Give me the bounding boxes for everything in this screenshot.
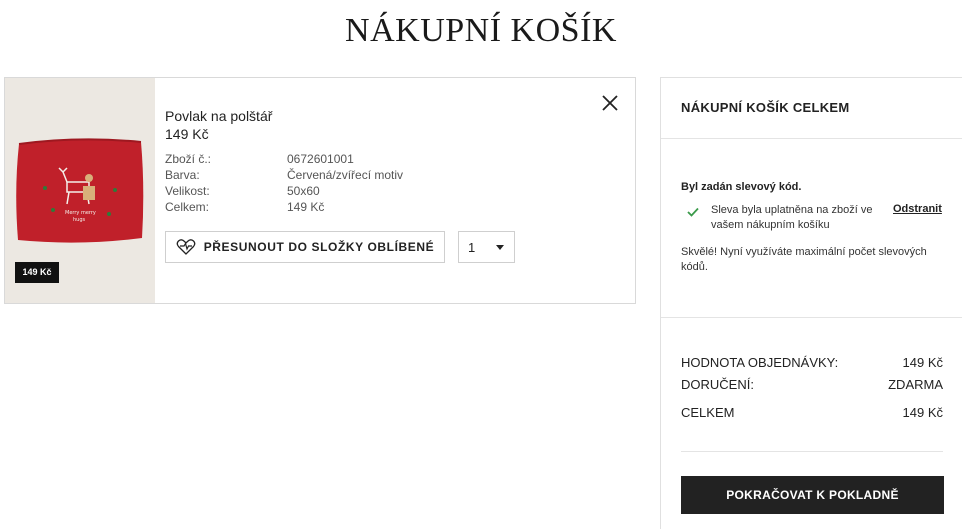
svg-text:hugs: hugs xyxy=(73,217,86,223)
page-title: NÁKUPNÍ KOŠÍK xyxy=(345,12,617,49)
divider xyxy=(661,138,962,139)
item-name[interactable]: Povlak na polštář xyxy=(165,108,585,124)
remove-promo-link[interactable]: Odstranit xyxy=(893,203,942,215)
svg-text:Merry merry: Merry merry xyxy=(65,210,96,216)
checkmark-icon xyxy=(687,204,699,222)
caret-down-icon xyxy=(496,245,504,250)
promo-applied-text: Sleva byla uplatněna na zboží ve vašem n… xyxy=(711,204,873,231)
image-price-badge: 149 Kč xyxy=(15,262,59,283)
quantity-value: 1 xyxy=(468,240,476,255)
total-label: CELKEM xyxy=(681,405,735,420)
spec-value: Červená/zvířecí motiv xyxy=(287,168,404,182)
spec-label: Celkem: xyxy=(165,200,210,214)
spec-value: 50x60 xyxy=(287,184,320,198)
spec-label: Zboží č.: xyxy=(165,152,212,166)
item-info: Povlak na polštář 149 Kč Zboží č.: 06726… xyxy=(165,108,585,215)
promo-heading: Byl zadán slevový kód. xyxy=(681,181,802,193)
order-value: 149 Kč xyxy=(902,355,943,370)
close-icon xyxy=(602,95,618,111)
spec-row: Barva: Červená/zvířecí motiv xyxy=(165,167,585,183)
total-value: 149 Kč xyxy=(902,405,943,420)
product-image[interactable]: Merry merry hugs 149 Kč xyxy=(5,78,155,303)
quantity-select[interactable]: 1 xyxy=(458,231,515,263)
summary-title: NÁKUPNÍ KOŠÍK CELKEM xyxy=(681,100,850,115)
divider xyxy=(661,317,962,318)
spec-row: Zboží č.: 0672601001 xyxy=(165,151,585,167)
item-price: 149 Kč xyxy=(165,126,209,142)
spec-table: Zboží č.: 0672601001 Barva: Červená/zvíř… xyxy=(165,151,585,215)
remove-item-button[interactable] xyxy=(600,93,620,113)
cart-summary: NÁKUPNÍ KOŠÍK CELKEM Byl zadán slevový k… xyxy=(660,77,962,529)
spec-value: 149 Kč xyxy=(287,200,325,214)
spec-row: Celkem: 149 Kč xyxy=(165,199,585,215)
order-value-label: HODNOTA OBJEDNÁVKY: xyxy=(681,355,839,370)
divider xyxy=(681,451,943,452)
cart-item: Merry merry hugs 149 Kč Povlak na polštá… xyxy=(4,77,636,304)
move-to-favorites-button[interactable]: PŘESUNOUT DO SLOŽKY OBLÍBENÉ xyxy=(165,231,445,263)
delivery-value: ZDARMA xyxy=(888,377,943,392)
checkout-button[interactable]: POKRAČOVAT K POKLADNĚ xyxy=(681,476,944,514)
spec-label: Velikost: xyxy=(165,184,210,198)
delivery-label: DORUČENÍ: xyxy=(681,377,754,392)
spec-label: Barva: xyxy=(165,168,200,182)
heart-icon xyxy=(176,239,196,255)
spec-row: Velikost: 50x60 xyxy=(165,183,585,199)
spec-value: 0672601001 xyxy=(287,152,354,166)
promo-note: Skvělé! Nyní využíváte maximální počet s… xyxy=(681,246,927,273)
favorite-button-label: PŘESUNOUT DO SLOŽKY OBLÍBENÉ xyxy=(203,240,435,254)
